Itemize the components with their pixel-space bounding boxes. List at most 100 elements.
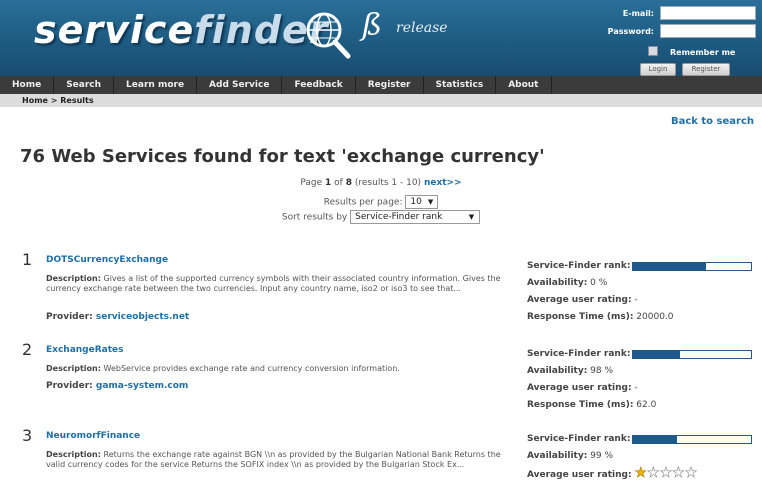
star-icon[interactable]: ★: [672, 465, 685, 482]
sort-label: Sort results by: [281, 212, 348, 223]
breadcrumb: Home > Results: [0, 94, 762, 107]
per-page-label: Results per page:: [323, 197, 403, 208]
site-logo[interactable]: servicefinder: [34, 8, 329, 52]
rank-label: Service-Finder rank:: [527, 434, 631, 444]
main-nav: Home Search Learn more Add Service Feedb…: [0, 76, 762, 94]
back-to-search-link[interactable]: Back to search: [671, 116, 754, 127]
beta-symbol: ß: [362, 8, 383, 43]
response-time-value: 62.0: [636, 400, 657, 410]
page-prefix: Page: [300, 178, 323, 188]
provider: Provider: gama-system.com: [46, 381, 188, 391]
description-label: Description:: [46, 274, 101, 283]
response-time-value: 20000.0: [636, 312, 674, 322]
site-header: servicefinder ß release E-mail: Password…: [0, 0, 762, 76]
nav-search[interactable]: Search: [54, 76, 115, 94]
sort-value: Service-Finder rank: [355, 212, 443, 222]
release-label: release: [396, 20, 448, 36]
rank-bar-fill: [633, 351, 681, 358]
star-icon[interactable]: ★: [659, 465, 672, 482]
provider-label: Provider:: [46, 312, 93, 322]
service-description: Description: Returns the exchange rate a…: [46, 450, 521, 470]
password-label: Password:: [607, 27, 654, 36]
provider-label: Provider:: [46, 381, 93, 391]
description-text: WebService provides exchange rate and cu…: [103, 364, 400, 373]
result-number: 1: [22, 250, 33, 269]
chevron-down-icon: ▼: [468, 213, 475, 221]
rating-value: -: [634, 383, 638, 393]
description-label: Description:: [46, 450, 101, 459]
rank-bar: [632, 262, 752, 271]
rank-label: Service-Finder rank:: [527, 261, 631, 271]
password-field[interactable]: [660, 24, 756, 38]
rating-stars[interactable]: ★★★★★: [634, 465, 697, 482]
rating-value: -: [634, 295, 638, 305]
result-number: 2: [22, 340, 33, 359]
rating-label: Average user rating:: [527, 470, 632, 480]
globe-magnifier-icon: [306, 12, 351, 59]
nav-add-service[interactable]: Add Service: [197, 76, 283, 94]
rank-bar-fill: [633, 436, 677, 443]
register-button[interactable]: Register: [682, 63, 730, 76]
service-metrics: Service-Finder rank: Availability: 99 % …: [527, 431, 752, 482]
results-range: (results 1 - 10): [354, 178, 422, 188]
description-text: Gives a list of the supported currency s…: [46, 274, 501, 293]
nav-about[interactable]: About: [496, 76, 552, 94]
current-page: 1: [325, 178, 332, 188]
availability-label: Availability:: [527, 451, 588, 461]
login-form: E-mail: Password: Remember me Login Regi…: [592, 0, 762, 76]
login-button[interactable]: Login: [640, 63, 676, 76]
total-pages: 8: [345, 178, 352, 188]
nav-register[interactable]: Register: [356, 76, 424, 94]
service-metrics: Service-Finder rank: Availability: 98 % …: [527, 346, 752, 414]
provider-link[interactable]: gama-system.com: [96, 381, 188, 391]
page-title: 76 Web Services found for text 'exchange…: [20, 146, 545, 167]
breadcrumb-separator: >: [50, 96, 58, 105]
per-page-select[interactable]: 10 ▼: [405, 195, 439, 209]
logo-service-text: service: [34, 8, 195, 52]
email-label: E-mail:: [622, 9, 654, 18]
pagination: Page 1 of 8 (results 1 - 10) next>>: [0, 178, 762, 188]
nav-statistics[interactable]: Statistics: [424, 76, 497, 94]
rank-label: Service-Finder rank:: [527, 349, 631, 359]
service-metrics: Service-Finder rank: Availability: 0 % A…: [527, 258, 752, 326]
availability-label: Availability:: [527, 278, 588, 288]
page-of: of: [334, 178, 343, 188]
rank-bar: [632, 435, 752, 444]
provider-link[interactable]: serviceobjects.net: [96, 312, 189, 322]
rating-label: Average user rating:: [527, 383, 632, 393]
chevron-down-icon: ▼: [427, 198, 434, 206]
results-per-page: Results per page: 10 ▼: [0, 195, 762, 209]
remember-me-checkbox[interactable]: [648, 46, 658, 56]
availability-value: 99 %: [590, 451, 614, 461]
description-text: Returns the exchange rate against BGN \\…: [46, 450, 501, 469]
rank-bar: [632, 350, 752, 359]
service-name-link[interactable]: ExchangeRates: [46, 345, 124, 355]
rating-label: Average user rating:: [527, 295, 632, 305]
rank-bar-fill: [633, 263, 707, 270]
description-label: Description:: [46, 364, 101, 373]
sort-select[interactable]: Service-Finder rank ▼: [350, 210, 481, 224]
star-icon[interactable]: ★: [634, 465, 647, 482]
result-number: 3: [22, 426, 33, 445]
response-time-label: Response Time (ms):: [527, 400, 634, 410]
provider: Provider: serviceobjects.net: [46, 312, 189, 322]
response-time-label: Response Time (ms):: [527, 312, 634, 322]
remember-me-label: Remember me: [670, 48, 736, 57]
service-description: Description: Gives a list of the support…: [46, 274, 521, 294]
per-page-value: 10: [410, 197, 422, 207]
service-description: Description: WebService provides exchang…: [46, 364, 521, 374]
availability-value: 98 %: [590, 366, 614, 376]
availability-label: Availability:: [527, 366, 588, 376]
star-icon[interactable]: ★: [647, 465, 660, 482]
nav-home[interactable]: Home: [0, 76, 55, 94]
service-name-link[interactable]: DOTSCurrencyExchange: [46, 255, 168, 265]
next-page-link[interactable]: next>>: [424, 178, 462, 188]
sort-results: Sort results by Service-Finder rank ▼: [0, 210, 762, 224]
nav-learn-more[interactable]: Learn more: [114, 76, 198, 94]
star-icon[interactable]: ★: [684, 465, 697, 482]
nav-feedback[interactable]: Feedback: [282, 76, 356, 94]
email-field[interactable]: [660, 6, 756, 20]
breadcrumb-current: Results: [60, 96, 94, 105]
breadcrumb-home[interactable]: Home: [22, 96, 48, 105]
service-name-link[interactable]: NeuromorfFinance: [46, 431, 140, 441]
